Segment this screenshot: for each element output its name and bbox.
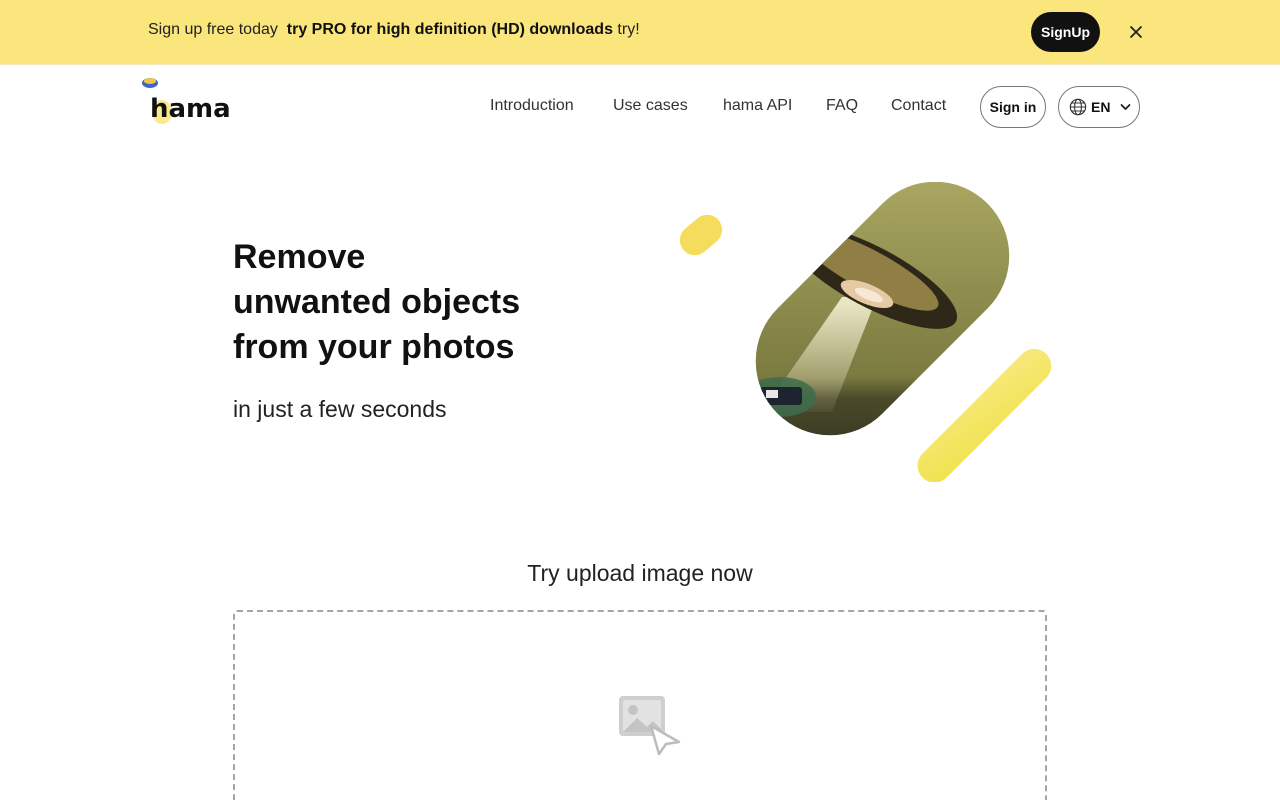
- language-label: EN: [1091, 99, 1111, 115]
- signup-button[interactable]: SignUp: [1031, 12, 1100, 52]
- site-header: hama Introduction Use cases hama API FAQ…: [0, 64, 1280, 146]
- image-upload-icon: [617, 692, 683, 758]
- language-selector[interactable]: EN: [1058, 86, 1140, 128]
- nav-hama-api[interactable]: hama API: [723, 97, 792, 115]
- banner-text-start: Sign up free today: [148, 21, 278, 38]
- banner-text: Sign up free today try PRO for high defi…: [148, 21, 640, 39]
- hero-title: Remove unwanted objects from your photos: [233, 235, 521, 370]
- image-dropzone[interactable]: [233, 610, 1047, 800]
- logo[interactable]: hama: [140, 74, 240, 126]
- banner-text-end: try!: [617, 21, 640, 38]
- hero-illustration: [672, 182, 1052, 483]
- promo-banner: Sign up free today try PRO for high defi…: [0, 0, 1280, 64]
- nav-contact[interactable]: Contact: [891, 97, 946, 115]
- banner-text-bold: try PRO for high definition (HD) downloa…: [286, 21, 613, 38]
- signin-button[interactable]: Sign in: [980, 86, 1046, 128]
- logo-text: hama: [150, 94, 231, 124]
- nav-faq[interactable]: FAQ: [826, 97, 858, 115]
- close-banner-button[interactable]: [1126, 22, 1146, 42]
- upload-title: Try upload image now: [527, 560, 753, 586]
- hero-title-line3: from your photos: [233, 328, 515, 366]
- hero-subtitle: in just a few seconds: [233, 396, 447, 422]
- nav-introduction[interactable]: Introduction: [490, 97, 574, 115]
- globe-icon: [1069, 98, 1087, 116]
- close-icon: [1130, 26, 1142, 38]
- hero-title-highlight: unwanted objects: [233, 280, 521, 325]
- nav-use-cases[interactable]: Use cases: [613, 97, 688, 115]
- hero-title-line1: Remove: [233, 238, 366, 276]
- chevron-down-icon: [1121, 104, 1131, 110]
